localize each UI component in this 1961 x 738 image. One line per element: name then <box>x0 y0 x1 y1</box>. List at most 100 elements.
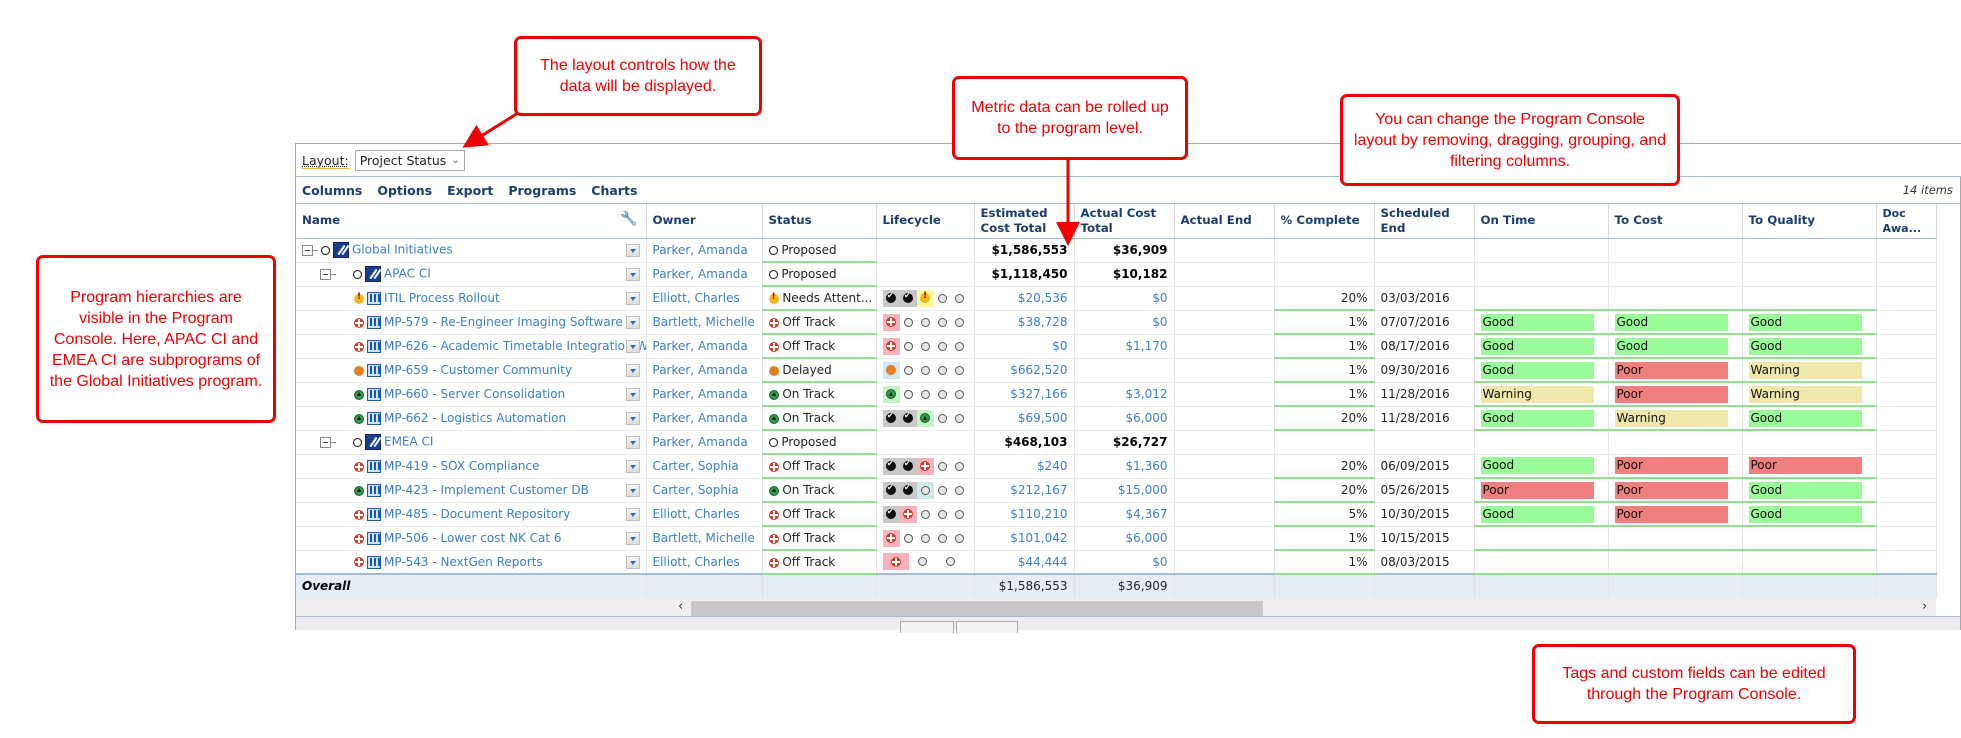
on-time-badge[interactable]: Warning <box>1480 385 1594 403</box>
percent-complete-cell[interactable] <box>1274 238 1375 263</box>
on-time-badge[interactable]: Good <box>1480 409 1594 427</box>
row-menu-dropdown[interactable] <box>625 411 640 425</box>
collapse-toggle[interactable] <box>302 244 313 256</box>
scroll-right-icon[interactable]: › <box>1922 599 1927 614</box>
on-time-badge[interactable]: Poor <box>1480 481 1594 499</box>
to-cost-cell[interactable] <box>1608 238 1743 263</box>
owner-link[interactable]: Parker, Amanda <box>653 387 748 401</box>
actual-cost-cell[interactable]: $0 <box>1074 550 1175 575</box>
on-time-badge[interactable]: Good <box>1480 457 1594 475</box>
actual-cost-cell[interactable]: $4,367 <box>1074 502 1175 527</box>
item-name-link[interactable]: APAC CI <box>384 267 431 281</box>
item-name-link[interactable]: ITIL Process Rollout <box>384 291 500 305</box>
percent-complete-cell[interactable]: 1% <box>1274 526 1375 551</box>
col-header-status[interactable]: Status <box>762 204 877 239</box>
owner-cell[interactable]: Parker, Amanda <box>646 430 763 455</box>
status-cell[interactable]: Needs Attent... <box>762 286 877 311</box>
to-quality-cell[interactable]: Warning <box>1742 382 1877 407</box>
status-cell[interactable]: Off Track <box>762 502 877 527</box>
estimated-cost-cell[interactable]: $44,444 <box>974 550 1075 575</box>
owner-link[interactable]: Elliott, Charles <box>653 555 740 569</box>
to-cost-cell[interactable] <box>1608 430 1743 455</box>
horizontal-scrollbar[interactable]: ‹ › <box>296 598 1936 616</box>
col-header-actual-end[interactable]: Actual End <box>1174 204 1275 239</box>
owner-link[interactable]: Carter, Sophia <box>653 483 739 497</box>
row-menu-dropdown[interactable] <box>625 291 640 305</box>
on-time-cell[interactable]: Good <box>1474 406 1609 431</box>
row-menu-dropdown[interactable] <box>625 267 640 281</box>
on-time-cell[interactable]: Good <box>1474 310 1609 335</box>
on-time-cell[interactable]: Good <box>1474 502 1609 527</box>
on-time-cell[interactable] <box>1474 286 1609 311</box>
item-name-link[interactable]: MP-662 - Logistics Automation <box>384 411 566 425</box>
to-cost-badge[interactable]: Poor <box>1614 481 1728 499</box>
percent-complete-cell[interactable]: 1% <box>1274 358 1375 383</box>
row-menu-dropdown[interactable] <box>625 555 640 569</box>
estimated-cost-cell[interactable]: $0 <box>974 334 1075 359</box>
to-quality-cell[interactable]: Warning <box>1742 358 1877 383</box>
item-name-link[interactable]: MP-485 - Document Repository <box>384 507 570 521</box>
status-cell[interactable]: On Track <box>762 382 877 407</box>
to-cost-badge[interactable]: Poor <box>1614 505 1728 523</box>
owner-link[interactable]: Bartlett, Michelle <box>653 531 755 545</box>
to-quality-badge[interactable]: Good <box>1748 505 1862 523</box>
status-cell[interactable]: Proposed <box>762 430 877 455</box>
to-quality-badge[interactable]: Warning <box>1748 385 1862 403</box>
owner-cell[interactable]: Parker, Amanda <box>646 262 763 287</box>
owner-link[interactable]: Parker, Amanda <box>653 435 748 449</box>
actual-cost-cell[interactable]: $3,012 <box>1074 382 1175 407</box>
to-quality-badge[interactable]: Good <box>1748 313 1862 331</box>
to-cost-cell[interactable]: Good <box>1608 334 1743 359</box>
to-quality-badge[interactable]: Warning <box>1748 361 1862 379</box>
row-menu-dropdown[interactable] <box>625 315 640 329</box>
owner-cell[interactable]: Bartlett, Michelle <box>646 310 763 335</box>
on-time-cell[interactable]: Good <box>1474 334 1609 359</box>
actual-cost-cell[interactable] <box>1074 358 1175 383</box>
estimated-cost-cell[interactable]: $38,728 <box>974 310 1075 335</box>
col-header-name[interactable]: Name 🔧 <box>296 204 647 239</box>
to-cost-badge[interactable]: Poor <box>1614 457 1728 475</box>
row-menu-dropdown[interactable] <box>625 339 640 353</box>
owner-link[interactable]: Parker, Amanda <box>653 339 748 353</box>
percent-complete-cell[interactable] <box>1274 262 1375 287</box>
on-time-cell[interactable] <box>1474 430 1609 455</box>
to-cost-cell[interactable]: Poor <box>1608 478 1743 503</box>
to-quality-cell[interactable]: Good <box>1742 502 1877 527</box>
col-header-on-time[interactable]: On Time <box>1474 204 1609 239</box>
percent-complete-cell[interactable] <box>1274 430 1375 455</box>
owner-link[interactable]: Carter, Sophia <box>653 459 739 473</box>
estimated-cost-cell[interactable]: $327,166 <box>974 382 1075 407</box>
col-header-scheduled-end[interactable]: Scheduled End <box>1374 204 1475 239</box>
on-time-cell[interactable]: Good <box>1474 454 1609 479</box>
row-menu-dropdown[interactable] <box>625 459 640 473</box>
on-time-badge[interactable]: Good <box>1480 505 1594 523</box>
item-name-link[interactable]: MP-423 - Implement Customer DB <box>384 483 589 497</box>
export-button[interactable]: Export <box>447 183 493 198</box>
owner-cell[interactable]: Parker, Amanda <box>646 238 763 263</box>
owner-link[interactable]: Parker, Amanda <box>653 363 748 377</box>
to-quality-cell[interactable]: Good <box>1742 478 1877 503</box>
owner-link[interactable]: Elliott, Charles <box>653 291 740 305</box>
to-cost-cell[interactable] <box>1608 286 1743 311</box>
to-cost-badge[interactable]: Warning <box>1614 409 1728 427</box>
status-cell[interactable]: Delayed <box>762 358 877 383</box>
status-cell[interactable]: Proposed <box>762 262 877 287</box>
item-name-link[interactable]: MP-659 - Customer Community <box>384 363 572 377</box>
percent-complete-cell[interactable]: 1% <box>1274 382 1375 407</box>
col-header-owner[interactable]: Owner <box>646 204 763 239</box>
owner-cell[interactable]: Bartlett, Michelle <box>646 526 763 551</box>
percent-complete-cell[interactable]: 1% <box>1274 310 1375 335</box>
estimated-cost-cell[interactable]: $240 <box>974 454 1075 479</box>
on-time-cell[interactable]: Poor <box>1474 478 1609 503</box>
row-menu-dropdown[interactable] <box>625 363 640 377</box>
to-quality-cell[interactable] <box>1742 238 1877 263</box>
row-menu-dropdown[interactable] <box>625 435 640 449</box>
to-quality-cell[interactable] <box>1742 526 1877 551</box>
to-cost-cell[interactable]: Warning <box>1608 406 1743 431</box>
actual-cost-cell[interactable]: $6,000 <box>1074 526 1175 551</box>
item-name-link[interactable]: Global Initiatives <box>352 243 453 257</box>
on-time-cell[interactable]: Good <box>1474 358 1609 383</box>
item-name-link[interactable]: MP-419 - SOX Compliance <box>384 459 539 473</box>
to-quality-cell[interactable] <box>1742 286 1877 311</box>
col-header-estimated-cost[interactable]: Estimated Cost Total <box>974 204 1075 239</box>
